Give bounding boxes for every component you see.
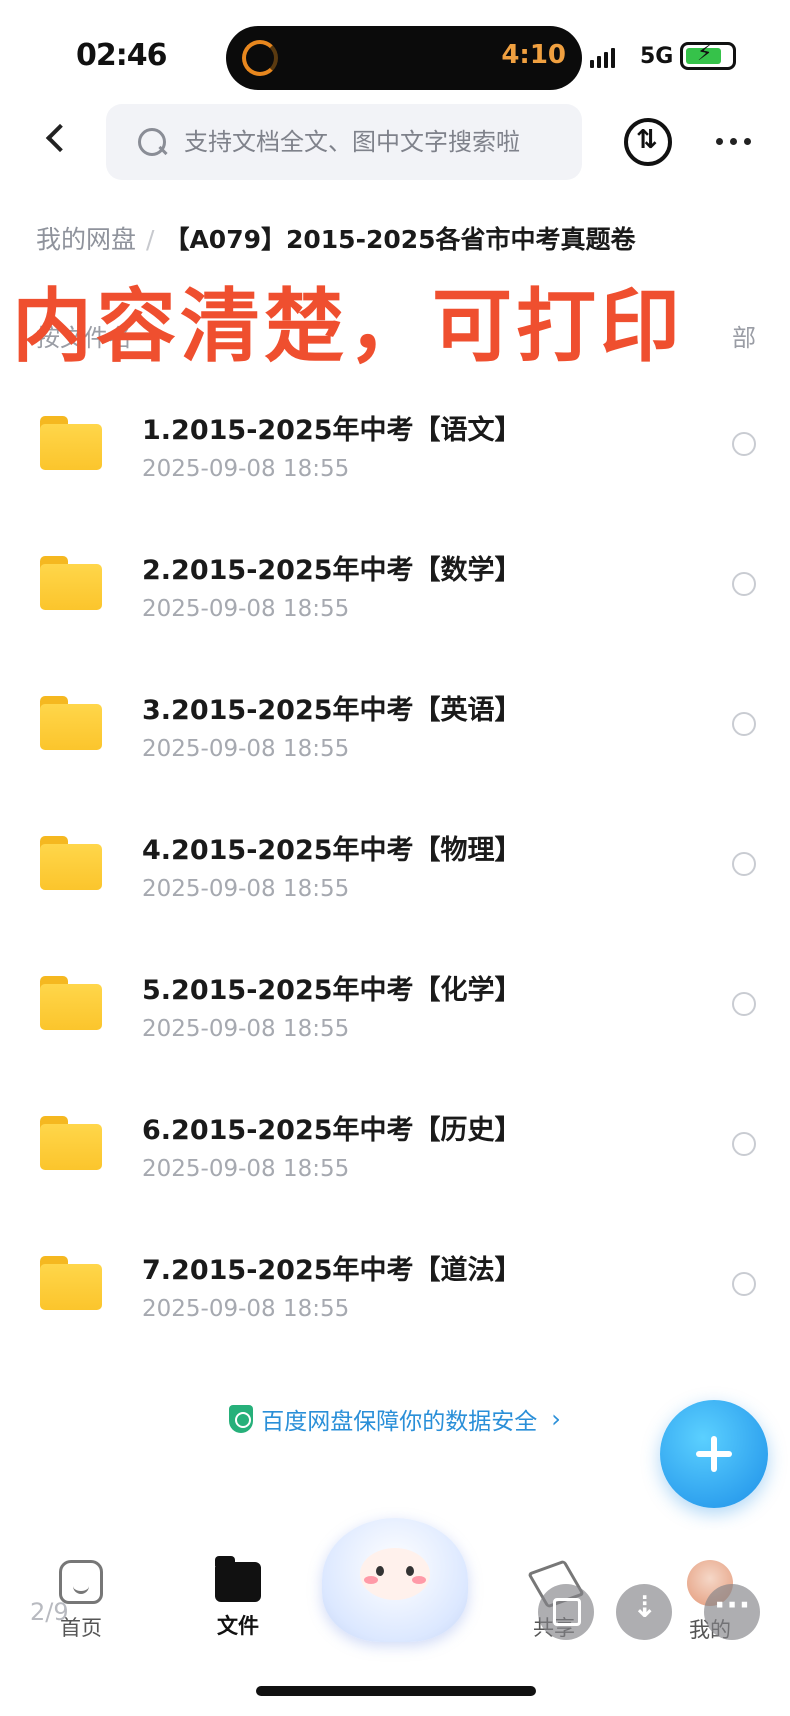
island-timer: 4:10 — [501, 40, 566, 70]
chevron-right-icon: › — [551, 1405, 561, 1433]
network-type: 5G — [640, 44, 674, 69]
download-icon[interactable] — [616, 1584, 672, 1640]
folder-icon — [40, 556, 102, 610]
folder-icon — [215, 1556, 261, 1602]
folder-row[interactable]: 4.2015-2025年中考【物理】 2025-09-08 18:55 — [0, 800, 790, 940]
folder-list: 1.2015-2025年中考【语文】 2025-09-08 18:55 2.20… — [0, 380, 790, 1360]
folder-name: 6.2015-2025年中考【历史】 — [142, 1115, 522, 1146]
folder-date: 2025-09-08 18:55 — [142, 1296, 350, 1322]
folder-icon — [40, 836, 102, 890]
security-notice-text: 百度网盘保障你的数据安全 — [261, 1409, 538, 1435]
folder-date: 2025-09-08 18:55 — [142, 736, 350, 762]
folder-name: 5.2015-2025年中考【化学】 — [142, 975, 522, 1006]
folder-icon — [40, 696, 102, 750]
folder-name: 2.2015-2025年中考【数学】 — [142, 555, 522, 586]
select-checkbox[interactable] — [732, 1272, 756, 1296]
folder-icon — [40, 416, 102, 470]
signal-icon — [590, 48, 615, 68]
search-input[interactable] — [184, 104, 564, 180]
status-clock: 02:46 — [76, 38, 167, 73]
select-checkbox[interactable] — [732, 1132, 756, 1156]
more-icon[interactable] — [704, 1584, 760, 1640]
folder-row[interactable]: 1.2015-2025年中考【语文】 2025-09-08 18:55 — [0, 380, 790, 520]
folder-name: 1.2015-2025年中考【语文】 — [142, 415, 522, 446]
search-icon — [138, 128, 168, 158]
folder-icon — [40, 1256, 102, 1310]
folder-date: 2025-09-08 18:55 — [142, 456, 350, 482]
folder-icon — [40, 1116, 102, 1170]
folder-date: 2025-09-08 18:55 — [142, 596, 350, 622]
folder-name: 7.2015-2025年中考【道法】 — [142, 1255, 522, 1286]
tab-files-label: 文件 — [217, 1614, 259, 1638]
select-checkbox[interactable] — [732, 852, 756, 876]
folder-row[interactable]: 2.2015-2025年中考【数学】 2025-09-08 18:55 — [0, 520, 790, 660]
more-options-button[interactable] — [712, 126, 756, 156]
transfer-button[interactable] — [624, 118, 672, 166]
folder-row[interactable]: 5.2015-2025年中考【化学】 2025-09-08 18:55 — [0, 940, 790, 1080]
folder-row[interactable]: 6.2015-2025年中考【历史】 2025-09-08 18:55 — [0, 1080, 790, 1220]
folder-name: 3.2015-2025年中考【英语】 — [142, 695, 522, 726]
folder-date: 2025-09-08 18:55 — [142, 1016, 350, 1042]
folder-name: 4.2015-2025年中考【物理】 — [142, 835, 522, 866]
overlay-banner-text: 内容清楚，可打印 — [12, 280, 684, 373]
assistant-mascot-button[interactable] — [322, 1518, 468, 1642]
status-bar: 02:46 4:10 5G ⚡ — [0, 0, 790, 100]
select-checkbox[interactable] — [732, 712, 756, 736]
breadcrumb-root[interactable]: 我的网盘 — [36, 225, 136, 254]
folder-row[interactable]: 7.2015-2025年中考【道法】 2025-09-08 18:55 — [0, 1220, 790, 1360]
page-counter: 2/9 — [30, 1598, 69, 1626]
home-indicator — [256, 1686, 536, 1696]
scan-icon[interactable] — [538, 1584, 594, 1640]
dynamic-island: 4:10 — [226, 26, 582, 90]
select-checkbox[interactable] — [732, 992, 756, 1016]
folder-icon — [40, 976, 102, 1030]
view-all-button[interactable]: 部 — [732, 318, 756, 353]
add-button[interactable] — [660, 1400, 768, 1508]
select-checkbox[interactable] — [732, 432, 756, 456]
select-checkbox[interactable] — [732, 572, 756, 596]
folder-row[interactable]: 3.2015-2025年中考【英语】 2025-09-08 18:55 — [0, 660, 790, 800]
folder-date: 2025-09-08 18:55 — [142, 1156, 350, 1182]
breadcrumb-current: 【A079】2015-2025各省市中考真题卷 — [164, 225, 636, 254]
breadcrumb-separator: / — [146, 225, 155, 254]
search-bar[interactable] — [106, 104, 582, 180]
shield-icon — [229, 1405, 254, 1433]
back-button[interactable] — [36, 118, 80, 162]
top-nav — [0, 100, 790, 190]
tab-files[interactable]: 文件 — [188, 1556, 288, 1640]
battery-icon: ⚡ — [680, 41, 736, 70]
mascot-face-icon — [360, 1548, 430, 1600]
timer-ring-icon — [242, 40, 278, 76]
folder-date: 2025-09-08 18:55 — [142, 876, 350, 902]
breadcrumb: 我的网盘 / 【A079】2015-2025各省市中考真题卷 — [36, 220, 636, 256]
